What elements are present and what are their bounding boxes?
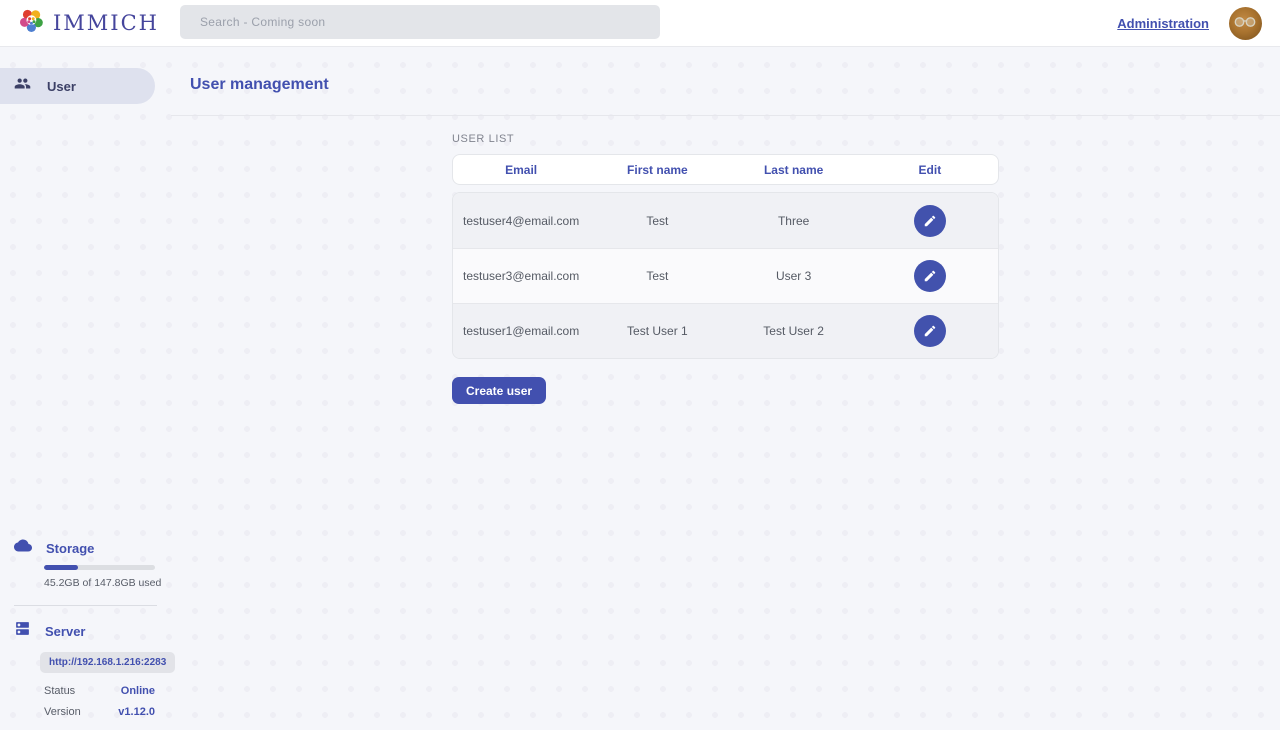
glasses-icon bbox=[1234, 16, 1257, 28]
flower-icon bbox=[18, 7, 45, 39]
cell-email: testuser1@email.com bbox=[453, 324, 589, 338]
cell-first-name: Test bbox=[589, 214, 725, 228]
cell-last-name: Three bbox=[726, 214, 862, 228]
administration-link[interactable]: Administration bbox=[1117, 16, 1209, 31]
table-row: testuser3@email.com Test User 3 bbox=[453, 248, 998, 303]
storage-usage-text: 45.2GB of 147.8GB used bbox=[44, 577, 171, 589]
sidebar-divider bbox=[14, 605, 157, 606]
server-title: Server bbox=[45, 624, 85, 639]
cell-email: testuser4@email.com bbox=[453, 214, 589, 228]
avatar[interactable] bbox=[1229, 7, 1262, 40]
cell-last-name: User 3 bbox=[726, 269, 862, 283]
server-version-value: v1.12.0 bbox=[118, 706, 155, 718]
user-list-label: USER LIST bbox=[452, 133, 999, 145]
search-placeholder: Search - Coming soon bbox=[200, 15, 325, 29]
edit-user-button[interactable] bbox=[914, 205, 946, 237]
server-status-value: Online bbox=[121, 685, 155, 697]
table-row: testuser4@email.com Test Three bbox=[453, 193, 998, 248]
column-header-email: Email bbox=[453, 163, 589, 177]
user-table-header: Email First name Last name Edit bbox=[452, 154, 999, 185]
table-row: testuser1@email.com Test User 1 Test Use… bbox=[453, 303, 998, 358]
cell-first-name: Test User 1 bbox=[589, 324, 725, 338]
immich-logo[interactable]: IMMICH bbox=[0, 7, 162, 39]
cloud-icon bbox=[14, 539, 32, 557]
user-table: testuser4@email.com Test Three testuser3… bbox=[452, 192, 999, 359]
cell-email: testuser3@email.com bbox=[453, 269, 589, 283]
server-version-label: Version bbox=[44, 706, 81, 718]
people-icon bbox=[14, 75, 31, 97]
sidebar-item-user-label: User bbox=[47, 79, 76, 94]
storage-progress-fill bbox=[44, 565, 78, 570]
cell-first-name: Test bbox=[589, 269, 725, 283]
create-user-button[interactable]: Create user bbox=[452, 377, 546, 404]
storage-title: Storage bbox=[46, 541, 94, 556]
column-header-last-name: Last name bbox=[726, 163, 862, 177]
app-header: IMMICH Search - Coming soon Administrati… bbox=[0, 0, 1280, 47]
cell-last-name: Test User 2 bbox=[726, 324, 862, 338]
pencil-icon bbox=[923, 269, 937, 283]
search-input[interactable]: Search - Coming soon bbox=[180, 5, 660, 39]
edit-user-button[interactable] bbox=[914, 315, 946, 347]
sidebar-item-user[interactable]: User bbox=[0, 68, 155, 104]
brand-name: IMMICH bbox=[53, 11, 159, 35]
column-header-first-name: First name bbox=[589, 163, 725, 177]
page-title: User management bbox=[190, 76, 1280, 94]
column-header-edit: Edit bbox=[862, 163, 998, 177]
pencil-icon bbox=[923, 214, 937, 228]
storage-progress-bar bbox=[44, 565, 155, 570]
server-icon bbox=[14, 620, 31, 642]
edit-user-button[interactable] bbox=[914, 260, 946, 292]
server-status-label: Status bbox=[44, 685, 75, 697]
pencil-icon bbox=[923, 324, 937, 338]
server-url[interactable]: http://192.168.1.216:2283 bbox=[40, 652, 175, 673]
sidebar: User Storage 45.2GB of 147.8GB used Serv… bbox=[0, 47, 171, 730]
title-divider bbox=[171, 115, 1280, 116]
main-content: User management USER LIST Email First na… bbox=[171, 47, 1280, 730]
